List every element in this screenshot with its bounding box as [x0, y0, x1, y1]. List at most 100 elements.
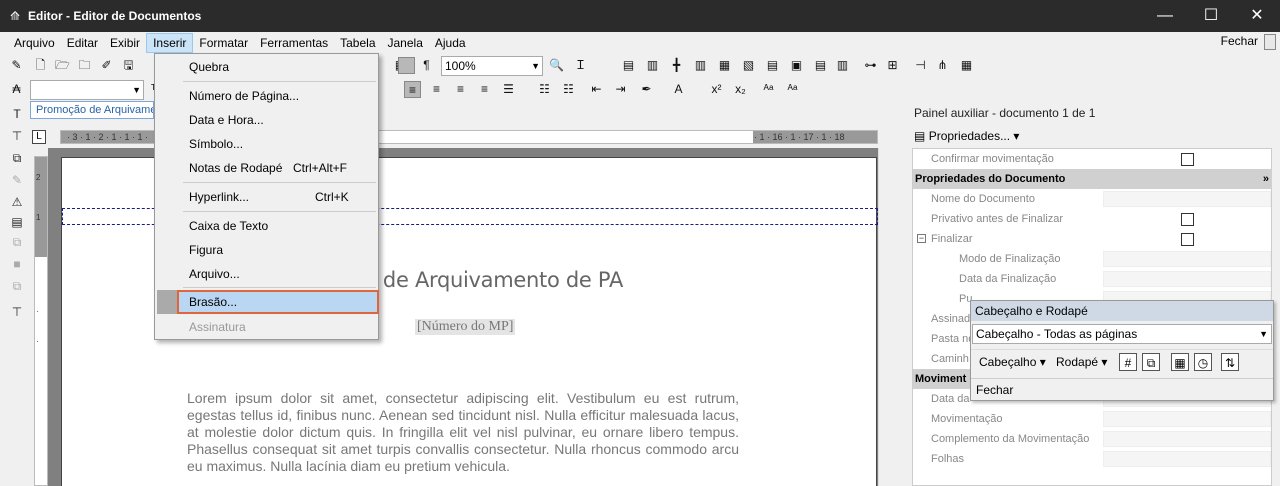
zoom-combo[interactable]: 100% ▼: [441, 56, 543, 76]
document-title[interactable]: o de Arquivamento de PA: [364, 268, 623, 292]
menu-item-figura[interactable]: Figura: [155, 238, 378, 262]
minimize-button[interactable]: —: [1142, 0, 1188, 32]
stamp-icon[interactable]: ⊤: [9, 128, 25, 144]
menu-tabela[interactable]: Tabela: [334, 33, 381, 53]
checkbox[interactable]: [1181, 213, 1194, 226]
property-row[interactable]: Confirmar movimentação: [913, 149, 1273, 169]
copy-icon[interactable]: ⧉: [9, 278, 25, 294]
superscript-icon[interactable]: x²: [708, 81, 725, 98]
text-cursor-icon[interactable]: Ｉ: [572, 57, 589, 74]
menu-janela[interactable]: Janela: [382, 33, 429, 53]
menu-exibir[interactable]: Exibir: [104, 33, 146, 53]
numbered-list-icon[interactable]: ☷: [536, 81, 553, 98]
line-spacing-icon[interactable]: ☰: [500, 81, 517, 98]
menu-fechar[interactable]: Fechar: [1221, 34, 1258, 48]
block-icon[interactable]: ■: [9, 256, 25, 272]
checkbox[interactable]: [1181, 153, 1194, 166]
menu-item-caixa-texto[interactable]: Caixa de Texto: [155, 214, 378, 238]
current-style[interactable]: Promoção de Arquivamento: [30, 101, 154, 119]
menu-item-notas-rodape[interactable]: Notas de Rodapé Ctrl+Alt+F: [155, 156, 378, 180]
warning-icon[interactable]: ⚠: [9, 194, 25, 210]
table-delete-icon[interactable]: ▧: [740, 57, 757, 74]
zoom-out-icon[interactable]: 🔍: [548, 57, 565, 74]
property-row[interactable]: Modo de Finalização: [913, 249, 1273, 269]
header-button[interactable]: Cabeçalho ▾: [979, 353, 1046, 371]
edit-file-icon[interactable]: ✐: [98, 57, 115, 74]
table-rows-icon[interactable]: ▤: [764, 57, 781, 74]
menu-item-arquivo[interactable]: Arquivo...: [155, 262, 378, 286]
align-left-icon[interactable]: ≡: [404, 81, 421, 98]
expand-icon[interactable]: −: [917, 234, 926, 243]
tab-stop-selector[interactable]: L: [32, 130, 46, 144]
menu-item-data-hora[interactable]: Data e Hora...: [155, 108, 378, 132]
columns-icon[interactable]: ▥: [834, 57, 851, 74]
close-button[interactable]: ✕: [1234, 0, 1280, 32]
pilcrow-icon[interactable]: ¶: [418, 57, 435, 74]
list-document-icon[interactable]: ▤: [9, 214, 25, 230]
menu-inserir[interactable]: Inserir: [146, 33, 194, 53]
styles-icon[interactable]: ₳: [8, 81, 25, 98]
menu-ajuda[interactable]: Ajuda: [429, 33, 472, 53]
date-icon[interactable]: ▦: [1171, 353, 1189, 371]
document-body[interactable]: Lorem ipsum dolor sit amet, consectetur …: [187, 390, 739, 475]
table-merge-icon[interactable]: ▣: [788, 57, 805, 74]
text-style-icon[interactable]: T: [9, 106, 25, 122]
tree-icon[interactable]: ⊞: [884, 57, 901, 74]
pages-icon[interactable]: ⧉: [9, 234, 25, 250]
property-section[interactable]: Propriedades do Documento»: [913, 169, 1273, 189]
property-row[interactable]: Data da Finalização: [913, 269, 1273, 289]
menu-arquivo[interactable]: Arquivo: [8, 33, 61, 53]
header-footer-close[interactable]: Fechar: [971, 378, 1273, 400]
footer-button[interactable]: Rodapé ▾: [1056, 353, 1107, 371]
menu-editar[interactable]: Editar: [61, 33, 104, 53]
table-column-icon[interactable]: ▥: [692, 57, 709, 74]
spellcheck-icon[interactable]: ✎: [8, 57, 25, 74]
switch-header-footer-icon[interactable]: ⇅: [1221, 353, 1239, 371]
shade-toggle-icon[interactable]: [398, 57, 415, 74]
document-scrollbar[interactable]: [878, 148, 896, 486]
open-folder-icon[interactable]: 🗁: [54, 57, 71, 74]
insert-cross-icon[interactable]: ╋: [668, 57, 685, 74]
property-row[interactable]: Privativo antes de Finalizar: [913, 209, 1273, 229]
menu-item-brasao[interactable]: Brasão...: [177, 290, 379, 314]
special-format-icon[interactable]: ᴬᵃ: [760, 81, 777, 98]
connector-icon[interactable]: ⊶: [862, 57, 879, 74]
property-row[interactable]: − Finalizar: [913, 229, 1273, 249]
case-format-icon[interactable]: ᴬᵃ: [784, 81, 801, 98]
layout-icon[interactable]: ▤: [812, 57, 829, 74]
page-count-icon[interactable]: ⧉: [1142, 353, 1160, 371]
funnel-icon[interactable]: ⊤: [9, 304, 25, 320]
page-number-icon[interactable]: #: [1119, 353, 1137, 371]
decrease-indent-icon[interactable]: ⇤: [588, 81, 605, 98]
table-split-icon[interactable]: ▥: [644, 57, 661, 74]
checkbox[interactable]: [1181, 233, 1194, 246]
style-combo[interactable]: ▼: [30, 80, 144, 100]
table-view-icon[interactable]: ▤: [620, 57, 637, 74]
property-row[interactable]: Folhas: [913, 449, 1273, 469]
vertical-ruler[interactable]: 2 1 · ·: [34, 156, 48, 486]
properties-button[interactable]: ▤ Propriedades... ▾: [910, 125, 1280, 147]
table-icon[interactable]: ▦: [716, 57, 733, 74]
new-document-icon[interactable]: 🗋: [32, 57, 49, 74]
subscript-icon[interactable]: x₂: [732, 81, 749, 98]
increase-indent-icon[interactable]: ⇥: [612, 81, 629, 98]
menu-ferramentas[interactable]: Ferramentas: [254, 33, 334, 53]
open-file-icon[interactable]: 🗀: [76, 57, 93, 74]
align-center-icon[interactable]: ≡: [428, 81, 445, 98]
form-icon[interactable]: ▦: [958, 57, 975, 74]
time-icon[interactable]: ◷: [1194, 353, 1212, 371]
font-color-icon[interactable]: A: [670, 81, 687, 98]
maximize-button[interactable]: ☐: [1188, 0, 1234, 32]
fork-icon[interactable]: ⋔: [934, 57, 951, 74]
menu-item-numero-pagina[interactable]: Número de Página...: [155, 84, 378, 108]
property-row[interactable]: Nome do Documento: [913, 189, 1273, 209]
menu-formatar[interactable]: Formatar: [193, 33, 254, 53]
edit-icon[interactable]: ✎: [9, 172, 25, 188]
align-right-icon[interactable]: ≡: [452, 81, 469, 98]
property-row[interactable]: Movimentação: [913, 409, 1273, 429]
save-icon[interactable]: 🖫: [120, 57, 137, 74]
menu-item-simbolo[interactable]: Símbolo...: [155, 132, 378, 156]
align-justify-icon[interactable]: ≡: [476, 81, 493, 98]
bulleted-list-icon[interactable]: ☷: [560, 81, 577, 98]
header-footer-title[interactable]: Cabeçalho e Rodapé: [971, 301, 1273, 321]
